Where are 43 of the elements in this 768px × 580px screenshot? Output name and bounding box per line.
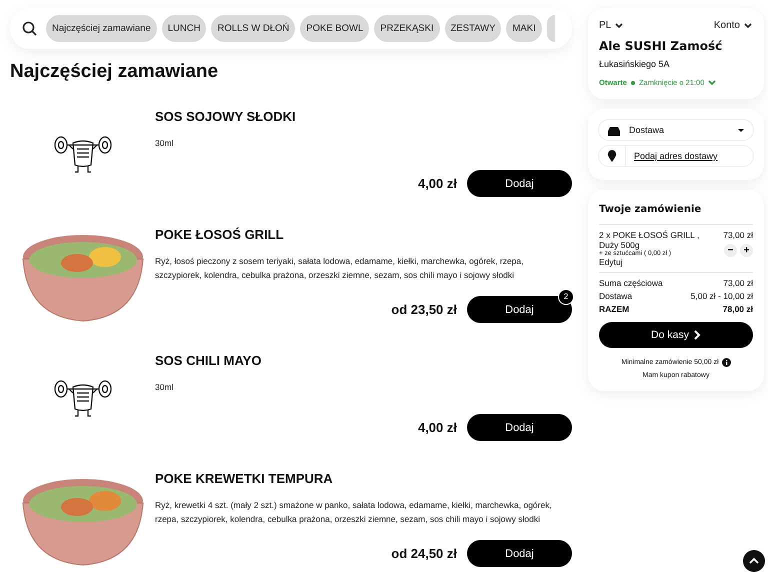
product-name: POKE KREWETKI TEMPURA — [155, 471, 334, 486]
section-title: Najczęściej zamawiane — [10, 61, 220, 83]
add-button[interactable]: Dodaj — [467, 540, 572, 567]
language-selector[interactable]: PL — [599, 20, 624, 31]
product-description: 30ml — [155, 137, 174, 150]
category-chip[interactable]: Najczęściej zamawiane — [46, 15, 157, 42]
order-title: Twoje zamówienie — [599, 204, 702, 215]
category-chip[interactable]: MAKI — [506, 15, 542, 42]
total-value: 78,00 zł — [722, 304, 753, 314]
product-price: 4,00 zł — [418, 420, 457, 435]
product-description: Ryż, krewetki 4 szt. (mały 2 szt.) smażone w panko, sałata lodowa, edamame, kiełki, marchewka, ogórek, rzepa, szczypiorek, kolendra, cebulka prażona, orzeszki ziemne, sezam, sos chili mayo i sojowy słodki — [155, 499, 553, 526]
order-item-price: 73,00 zł — [723, 230, 753, 240]
decrease-button[interactable]: − — [724, 244, 737, 257]
summary-label: Dostawa — [599, 291, 632, 301]
summary-label: Suma częściowa — [599, 278, 663, 288]
checkout-button[interactable]: Do kasy — [599, 322, 753, 348]
product-name: SOS CHILI MAYO — [155, 353, 262, 368]
product-description: Ryż, łosoś pieczony z sosem teriyaki, sałata lodowa, edamame, kiełki, marchewka, ogórek, rzepa, szczypiorek, kolendra, cebulka prażona, orzeszki ziemne, sezam, sos chili mayo i sojowy słodki — [155, 255, 524, 282]
delivery-mode-select[interactable]: Dostawa — [598, 119, 754, 141]
summary-value: 73,00 zł — [723, 278, 753, 288]
category-chip[interactable]: ZESTAWY — [444, 15, 502, 42]
product-price: od 23,50 zł — [391, 302, 457, 317]
category-chip[interactable]: ROLLS W DŁOŃ — [211, 15, 296, 42]
order-item-name: 2 x POKE ŁOSOŚ GRILL , Duży 500g — [599, 230, 700, 250]
category-chip[interactable]: LUNCH — [162, 15, 206, 42]
total-label: RAZEM — [599, 304, 630, 314]
account-menu[interactable]: Konto — [714, 20, 753, 31]
summary-value: 5,00 zł - 10,00 zł — [690, 291, 753, 301]
product-price: 4,00 zł — [418, 176, 457, 191]
edit-link[interactable]: Edytuj — [599, 257, 720, 267]
add-button[interactable]: Dodaj — [467, 414, 572, 441]
category-chip[interactable]: POKE BOWL — [300, 15, 370, 42]
product-description: 30ml — [155, 381, 174, 394]
add-button[interactable]: Dodaj — [467, 170, 572, 197]
product-name: SOS SOJOWY SŁODKI — [155, 109, 297, 124]
product-price: od 24,50 zł — [391, 546, 457, 561]
quantity-badge: 2 — [558, 289, 574, 305]
restaurant-name: Ale SUSHI Zamość — [599, 39, 724, 53]
product-name: POKE ŁOSOŚ GRILL — [155, 227, 285, 242]
increase-button[interactable]: + — [740, 244, 753, 257]
restaurant-address: Łukasińskiego 5A — [599, 59, 671, 69]
address-field[interactable]: Podaj adres dostawy — [598, 145, 754, 167]
category-chip[interactable]: PRZEKĄSKI — [374, 15, 440, 42]
